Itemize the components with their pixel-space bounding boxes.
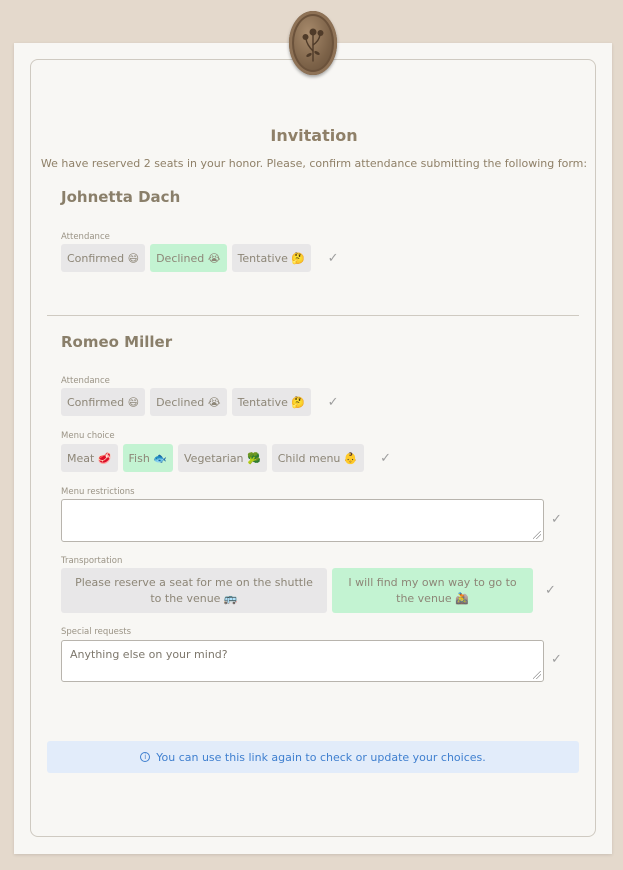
wax-seal-icon [289, 11, 337, 75]
attendance-label-2: Attendance [61, 376, 110, 386]
special-requests-placeholder: Anything else on your mind? [70, 648, 228, 661]
attendance-confirmed-button-1[interactable]: Confirmed 😄 [61, 244, 146, 272]
attendance-tentative-button-1[interactable]: Tentative 🤔 [231, 244, 312, 272]
attendance-declined-button-2[interactable]: Declined 😭 [150, 388, 227, 416]
menu-child-button[interactable]: Child menu 👶 [271, 444, 364, 472]
special-requests-label: Special requests [61, 627, 132, 637]
invitation-subtitle: We have reserved 2 seats in your honor. … [40, 157, 588, 170]
transportation-label: Transportation [61, 556, 123, 566]
attendance-options-1: Confirmed 😄 Declined 😭 Tentative 🤔 ✓ [61, 244, 340, 272]
check-icon: ✓ [545, 583, 556, 598]
transport-own-way-button[interactable]: I will find my own way to go to the venu… [332, 568, 533, 613]
guest-name-2: Romeo Miller [61, 333, 173, 351]
menu-restrictions-label: Menu restrictions [61, 487, 135, 497]
guest-name-1: Johnetta Dach [61, 188, 181, 206]
check-icon: ✓ [327, 394, 339, 410]
menu-choice-label: Menu choice [61, 431, 115, 441]
check-icon: ✓ [551, 512, 562, 527]
page-title: Invitation [270, 126, 358, 145]
attendance-options-2: Confirmed 😄 Declined 😭 Tentative 🤔 ✓ [61, 388, 340, 416]
resize-handle-icon[interactable] [533, 531, 541, 539]
transport-shuttle-button[interactable]: Please reserve a seat for me on the shut… [61, 568, 327, 613]
menu-vegetarian-button[interactable]: Vegetarian 🥦 [178, 444, 267, 472]
info-icon: i [140, 752, 151, 762]
check-icon: ✓ [327, 250, 339, 266]
attendance-tentative-button-2[interactable]: Tentative 🤔 [231, 388, 312, 416]
info-banner: i You can use this link again to check o… [47, 741, 579, 773]
special-requests-input[interactable]: Anything else on your mind? [61, 640, 544, 682]
attendance-declined-button-1[interactable]: Declined 😭 [150, 244, 227, 272]
invitation-card: Invitation We have reserved 2 seats in y… [14, 43, 612, 854]
attendance-confirmed-button-2[interactable]: Confirmed 😄 [61, 388, 146, 416]
invitation-frame: Invitation We have reserved 2 seats in y… [30, 59, 596, 837]
check-icon: ✓ [380, 450, 392, 466]
resize-handle-icon[interactable] [533, 671, 541, 679]
menu-options: Meat 🥩 Fish 🐟 Vegetarian 🥦 Child menu 👶 … [61, 444, 393, 472]
divider [47, 315, 579, 316]
attendance-label-1: Attendance [61, 232, 110, 242]
info-banner-text: You can use this link again to check or … [156, 750, 486, 764]
menu-restrictions-input[interactable] [61, 499, 544, 542]
menu-fish-button[interactable]: Fish 🐟 [122, 444, 173, 472]
menu-meat-button[interactable]: Meat 🥩 [61, 444, 118, 472]
check-icon: ✓ [551, 652, 562, 667]
